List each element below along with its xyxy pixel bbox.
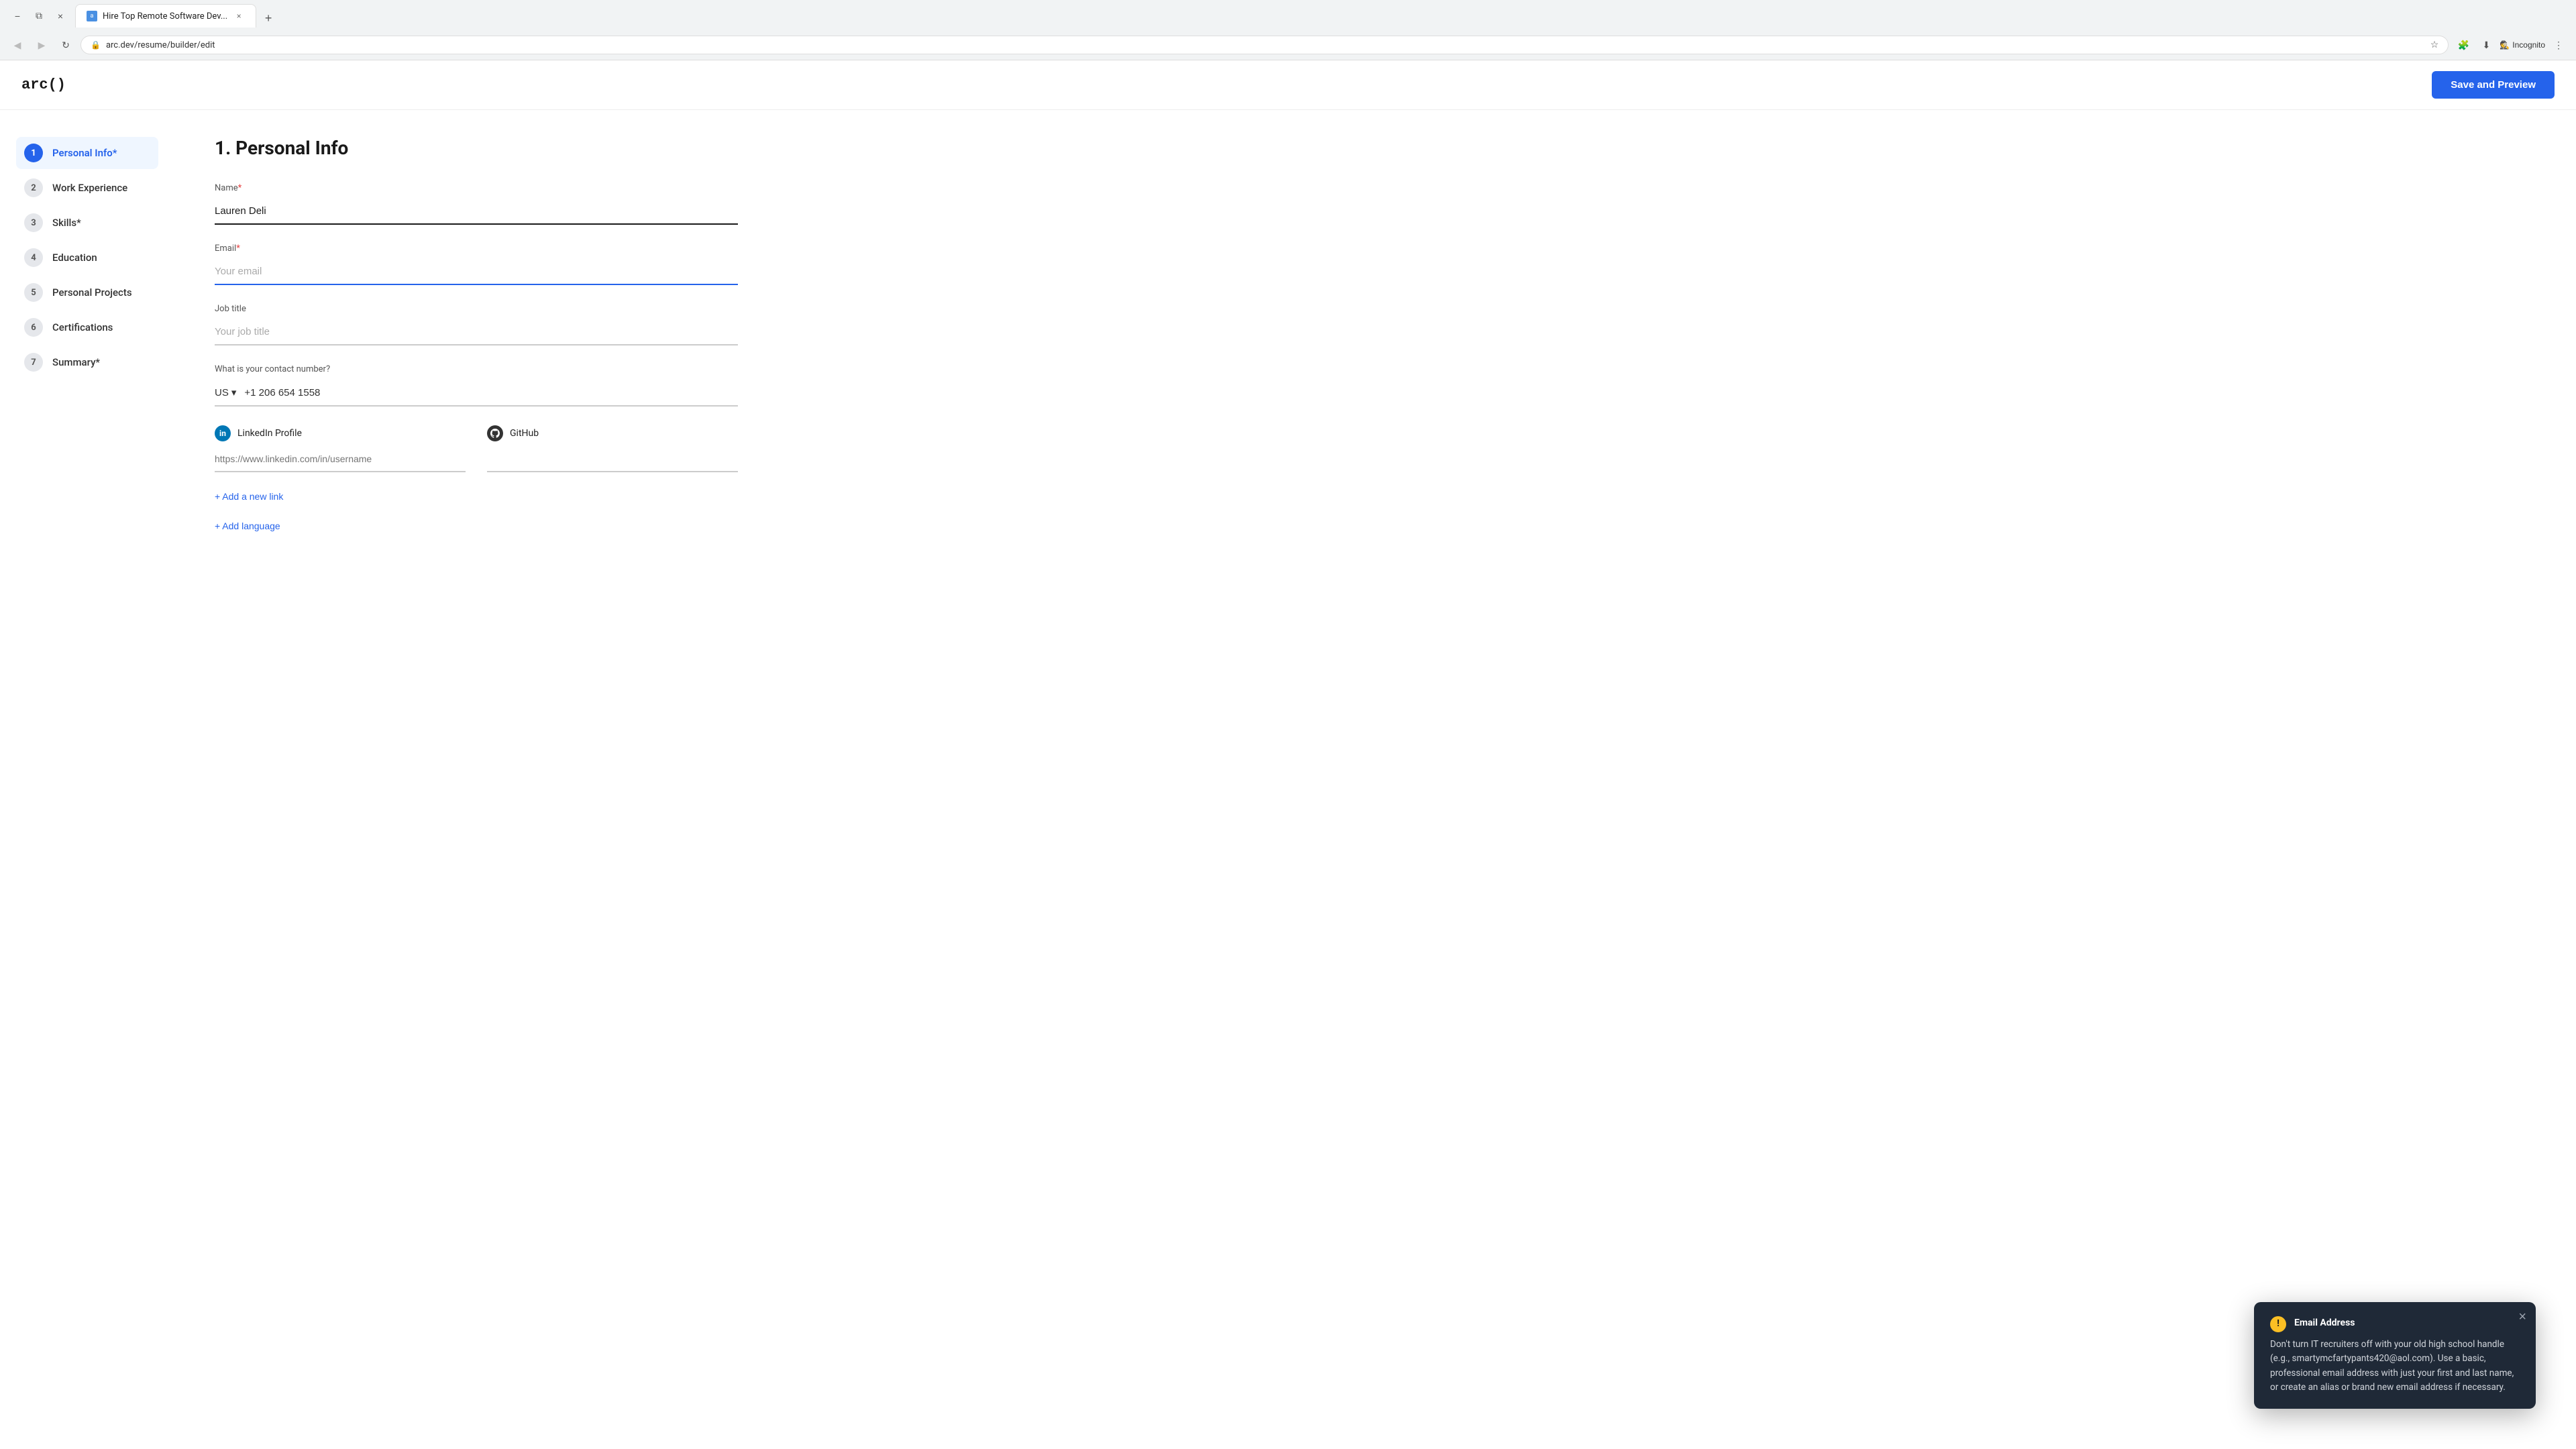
sidebar-label-4: Education xyxy=(52,252,97,264)
tooltip-warning-icon: ! xyxy=(2270,1316,2286,1332)
more-button[interactable]: ⋮ xyxy=(2549,36,2568,54)
email-input[interactable] xyxy=(215,259,738,285)
tab-favicon: a xyxy=(87,11,97,21)
tab-close-button[interactable]: × xyxy=(233,10,245,22)
save-preview-button[interactable]: Save and Preview xyxy=(2432,71,2555,99)
sidebar-label-2: Work Experience xyxy=(52,182,127,194)
linkedin-input[interactable] xyxy=(215,447,466,472)
sidebar-item-personal-projects[interactable]: 5 Personal Projects xyxy=(16,276,158,309)
section-title: 1. Personal Info xyxy=(215,137,738,159)
contact-field-group: What is your contact number? US ▾ xyxy=(215,364,738,407)
country-code-text: US xyxy=(215,387,229,398)
github-input[interactable] xyxy=(487,447,738,472)
tooltip-header: ! Email Address xyxy=(2270,1316,2520,1332)
app-logo: arc() xyxy=(21,76,66,93)
sidebar-num-1: 1 xyxy=(24,144,43,162)
tooltip-close-button[interactable]: × xyxy=(2518,1310,2526,1324)
email-label: Email* xyxy=(215,244,738,254)
github-header: GitHub xyxy=(487,425,738,441)
sidebar-label-6: Certifications xyxy=(52,321,113,333)
sidebar-item-personal-info[interactable]: 1 Personal Info* xyxy=(16,137,158,169)
linkedin-header: in LinkedIn Profile xyxy=(215,425,466,441)
back-button[interactable]: ◀ xyxy=(8,36,27,54)
tab-bar: a Hire Top Remote Software Dev... × + xyxy=(75,4,2568,28)
address-bar[interactable]: 🔒 arc.dev/resume/builder/edit ☆ xyxy=(80,36,2449,54)
sidebar-num-7: 7 xyxy=(24,353,43,372)
form-area: 1. Personal Info Name* Email* Job title … xyxy=(174,110,778,1425)
bookmark-icon: ☆ xyxy=(2430,40,2439,50)
minimize-button[interactable]: − xyxy=(8,7,27,25)
incognito-label: Incognito xyxy=(2512,40,2545,50)
incognito-indicator: 🕵 Incognito xyxy=(2500,40,2545,50)
browser-titlebar: − ⧉ × a Hire Top Remote Software Dev... … xyxy=(0,0,2576,32)
sidebar-item-skills[interactable]: 3 Skills* xyxy=(16,207,158,239)
browser-chrome: − ⧉ × a Hire Top Remote Software Dev... … xyxy=(0,0,2576,60)
new-tab-button[interactable]: + xyxy=(259,9,278,28)
sidebar-item-summary[interactable]: 7 Summary* xyxy=(16,346,158,378)
forward-button[interactable]: ▶ xyxy=(32,36,51,54)
name-input[interactable] xyxy=(215,199,738,225)
sidebar-num-4: 4 xyxy=(24,248,43,267)
email-field-group: Email* xyxy=(215,244,738,285)
refresh-button[interactable]: ↻ xyxy=(56,36,75,54)
sidebar-item-certifications[interactable]: 6 Certifications xyxy=(16,311,158,343)
sidebar-item-education[interactable]: 4 Education xyxy=(16,241,158,274)
name-field-group: Name* xyxy=(215,183,738,225)
linkedin-label: LinkedIn Profile xyxy=(237,428,302,439)
job-title-input[interactable] xyxy=(215,319,738,345)
linkedin-icon: in xyxy=(215,425,231,441)
github-label: GitHub xyxy=(510,428,539,439)
github-icon xyxy=(487,425,503,441)
sidebar-label-7: Summary* xyxy=(52,356,100,368)
add-language-button[interactable]: + Add language xyxy=(215,521,280,531)
restore-button[interactable]: ⧉ xyxy=(30,7,48,25)
contact-label: What is your contact number? xyxy=(215,364,738,374)
sidebar-num-2: 2 xyxy=(24,178,43,197)
name-label: Name* xyxy=(215,183,738,193)
sidebar-item-work-experience[interactable]: 2 Work Experience xyxy=(16,172,158,204)
sidebar-num-5: 5 xyxy=(24,283,43,302)
address-bar-row: ◀ ▶ ↻ 🔒 arc.dev/resume/builder/edit ☆ 🧩 … xyxy=(0,32,2576,60)
extensions-button[interactable]: 🧩 xyxy=(2454,36,2473,54)
app-header: arc() Save and Preview xyxy=(0,60,2576,110)
download-button[interactable]: ⬇ xyxy=(2477,36,2496,54)
linkedin-field: in LinkedIn Profile xyxy=(215,425,466,472)
phone-row: US ▾ xyxy=(215,380,738,407)
dropdown-chevron-icon: ▾ xyxy=(231,386,237,398)
address-text: arc.dev/resume/builder/edit xyxy=(106,40,2425,50)
lock-icon: 🔒 xyxy=(91,40,101,50)
sidebar-label-5: Personal Projects xyxy=(52,286,132,299)
sidebar: 1 Personal Info* 2 Work Experience 3 Ski… xyxy=(0,110,174,1425)
country-code-selector[interactable]: US ▾ xyxy=(215,386,244,398)
sidebar-num-3: 3 xyxy=(24,213,43,232)
active-tab[interactable]: a Hire Top Remote Software Dev... × xyxy=(75,4,256,28)
job-title-label: Job title xyxy=(215,304,738,314)
phone-input[interactable] xyxy=(244,387,738,398)
close-window-button[interactable]: × xyxy=(51,7,70,25)
social-links-row: in LinkedIn Profile GitHub xyxy=(215,425,738,472)
add-link-button[interactable]: + Add a new link xyxy=(215,491,283,502)
github-field: GitHub xyxy=(487,425,738,472)
window-controls: − ⧉ × xyxy=(8,7,70,25)
incognito-icon: 🕵 xyxy=(2500,40,2510,50)
main-content: 1 Personal Info* 2 Work Experience 3 Ski… xyxy=(0,110,2576,1425)
browser-right-icons: 🧩 ⬇ 🕵 Incognito ⋮ xyxy=(2454,36,2568,54)
tooltip-body: Don't turn IT recruiters off with your o… xyxy=(2270,1338,2520,1395)
tab-title: Hire Top Remote Software Dev... xyxy=(103,11,227,21)
sidebar-label-1: Personal Info* xyxy=(52,147,117,159)
job-title-field-group: Job title xyxy=(215,304,738,345)
sidebar-label-3: Skills* xyxy=(52,217,81,229)
sidebar-num-6: 6 xyxy=(24,318,43,337)
tooltip-title: Email Address xyxy=(2294,1316,2355,1330)
email-tip-tooltip: × ! Email Address Don't turn IT recruite… xyxy=(2254,1302,2536,1409)
